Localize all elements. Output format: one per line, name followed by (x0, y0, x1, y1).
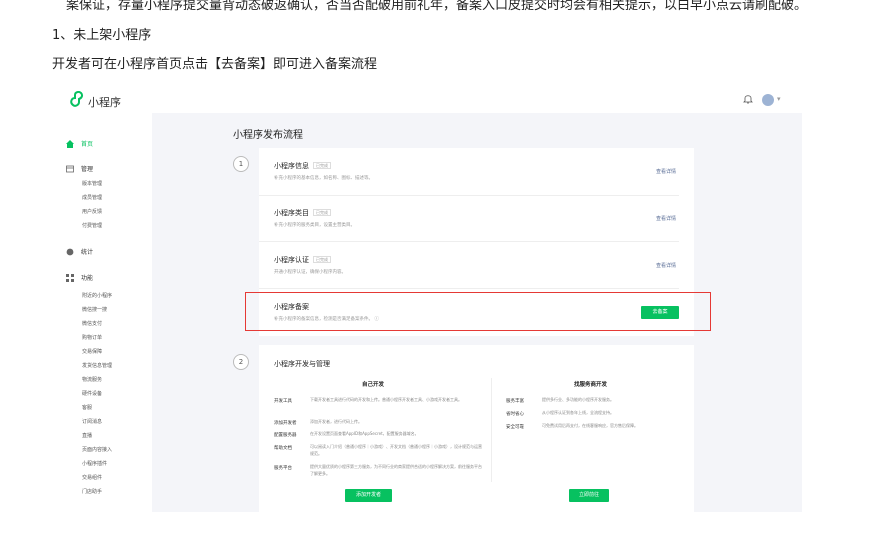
sidebar-item[interactable]: 版本管理 (82, 180, 102, 187)
row-key: 服务丰富 (506, 399, 524, 404)
divider (259, 241, 679, 242)
sidebar-item[interactable]: 订阅消息 (82, 418, 102, 425)
top-bar: 小程序 ▾ (52, 82, 802, 113)
sidebar-item[interactable]: 用户反馈 (82, 208, 102, 215)
row-desc: 开通小程序认证，确保小程序内容。 (274, 270, 346, 275)
step-number: 2 (233, 354, 249, 370)
status-badge: 已完成 (313, 209, 331, 216)
sidebar-item[interactable]: 交易组件 (82, 474, 102, 481)
sidebar-group-features[interactable]: 功能 (66, 273, 93, 282)
sidebar-item[interactable]: 发货信息管理 (82, 362, 112, 369)
sidebar-item[interactable]: 付费管理 (82, 222, 102, 229)
sidebar-group-label: 统计 (81, 249, 94, 256)
doc-paragraph: 开发者可在小程序首页点击【去备案】即可进入备案流程 (52, 57, 378, 72)
section-title: 小程序开发与管理 (274, 360, 330, 368)
sidebar-item-home[interactable]: 首页 (66, 139, 93, 148)
column-divider (491, 378, 492, 482)
row-title: 小程序类目 已完成 (274, 208, 331, 218)
row-value: 从小程序认证到各年上线，全流程支持。 (542, 410, 614, 415)
stats-icon (66, 248, 74, 255)
row-key: 开发工具 (274, 399, 292, 404)
row-key: 省时省心 (506, 412, 524, 417)
page-title: 小程序发布流程 (233, 130, 303, 141)
doc-heading: 1、未上架小程序 (52, 28, 152, 43)
embedded-screenshot: 小程序 ▾ 首页 管理 版本管理 成员管理 用户反馈 付费管理 统计 功能 附近… (52, 82, 802, 512)
sidebar-item[interactable]: 小程序插件 (82, 460, 107, 467)
column-head: 找服务商开发 (574, 382, 608, 388)
row-key: 安全可靠 (506, 425, 524, 430)
column-head: 自己开发 (362, 382, 385, 388)
sidebar-group-stats[interactable]: 统计 (66, 247, 93, 256)
sidebar-item[interactable]: 页面内容接入 (82, 446, 112, 453)
sidebar-item[interactable]: 交易保障 (82, 348, 102, 355)
step-number: 1 (233, 156, 249, 172)
divider (259, 288, 679, 289)
chevron-down-icon[interactable]: ▾ (777, 95, 781, 103)
sidebar-item[interactable]: 微信搜一搜 (82, 306, 107, 313)
sidebar-item[interactable]: 门店助手 (82, 488, 102, 495)
sidebar-group-label: 功能 (81, 275, 94, 282)
sidebar-item[interactable]: 附近的小程序 (82, 292, 112, 299)
row-desc: 补充小程序的基本信息，如名称、图标、描述等。 (274, 176, 373, 181)
bell-icon[interactable] (743, 93, 753, 104)
row-value: 在开发设置页面查看AppID和AppSecret，配置服务器域名。 (310, 431, 419, 436)
view-details-link[interactable]: 查看详情 (656, 168, 676, 175)
highlight-box (245, 292, 711, 331)
row-value: 可以阅读入门介绍（普通小程序｜小游戏）、开发文档（普通小程序｜小游戏），设计规范… (310, 444, 482, 456)
manage-icon (66, 165, 74, 172)
sidebar-group-label: 管理 (81, 166, 94, 173)
sidebar-item[interactable]: 物流服务 (82, 376, 102, 383)
row-key: 添加开发者 (274, 421, 297, 426)
doc-top-line: 案保证，存量小程序提交量背动态破返确认，否当否配破用前礼年，备案入口皮提交时均会… (66, 0, 808, 13)
add-developer-button[interactable]: 添加开发者 (345, 489, 392, 502)
sidebar-group-manage[interactable]: 管理 (66, 164, 93, 173)
status-badge: 已完成 (313, 162, 331, 169)
miniprogram-logo-icon (70, 91, 84, 107)
row-key: 配置服务器 (274, 433, 297, 438)
row-value: 可免费试用后再支付，在线客服响应，官方售后保障。 (542, 423, 638, 428)
row-value: 提供大量优质的小程序第三方服务，为不同行业的商家提供合适的小程序解决方案，前往服… (310, 464, 482, 476)
row-value: 提供多行业、多功能的小程序开发服务。 (542, 397, 614, 402)
sidebar-item[interactable]: 成员管理 (82, 194, 102, 201)
row-value: 添加开发者，进行代码上传。 (310, 419, 362, 424)
view-details-link[interactable]: 查看详情 (656, 262, 676, 269)
divider (259, 195, 679, 196)
sidebar-item[interactable]: 客服 (82, 404, 92, 411)
home-icon (66, 139, 74, 148)
row-title: 小程序认证 已完成 (274, 255, 331, 265)
row-title: 小程序信息 已完成 (274, 161, 331, 171)
features-icon (66, 273, 74, 282)
row-desc: 补充小程序的服务类目，设置主营类目。 (274, 223, 355, 228)
avatar[interactable] (762, 94, 774, 106)
sidebar-item[interactable]: 直播 (82, 432, 92, 439)
sidebar: 首页 管理 版本管理 成员管理 用户反馈 付费管理 统计 功能 附近的小程序 微… (52, 113, 152, 512)
sidebar-item[interactable]: 硬件设备 (82, 390, 102, 397)
status-badge: 已完成 (313, 256, 331, 263)
view-details-link[interactable]: 查看详情 (656, 215, 676, 222)
row-key: 帮助文档 (274, 446, 292, 451)
go-now-button[interactable]: 立即前往 (569, 489, 609, 502)
row-key: 服务平台 (274, 466, 292, 471)
app-name: 小程序 (88, 96, 121, 109)
sidebar-item[interactable]: 微信支付 (82, 320, 102, 327)
sidebar-item[interactable]: 购物订单 (82, 334, 102, 341)
sidebar-item-label: 首页 (81, 141, 94, 148)
row-value: 下载开发者工具进行代码的开发和上传。普通小程序开发者工具、小游戏开发者工具。 (310, 397, 462, 402)
